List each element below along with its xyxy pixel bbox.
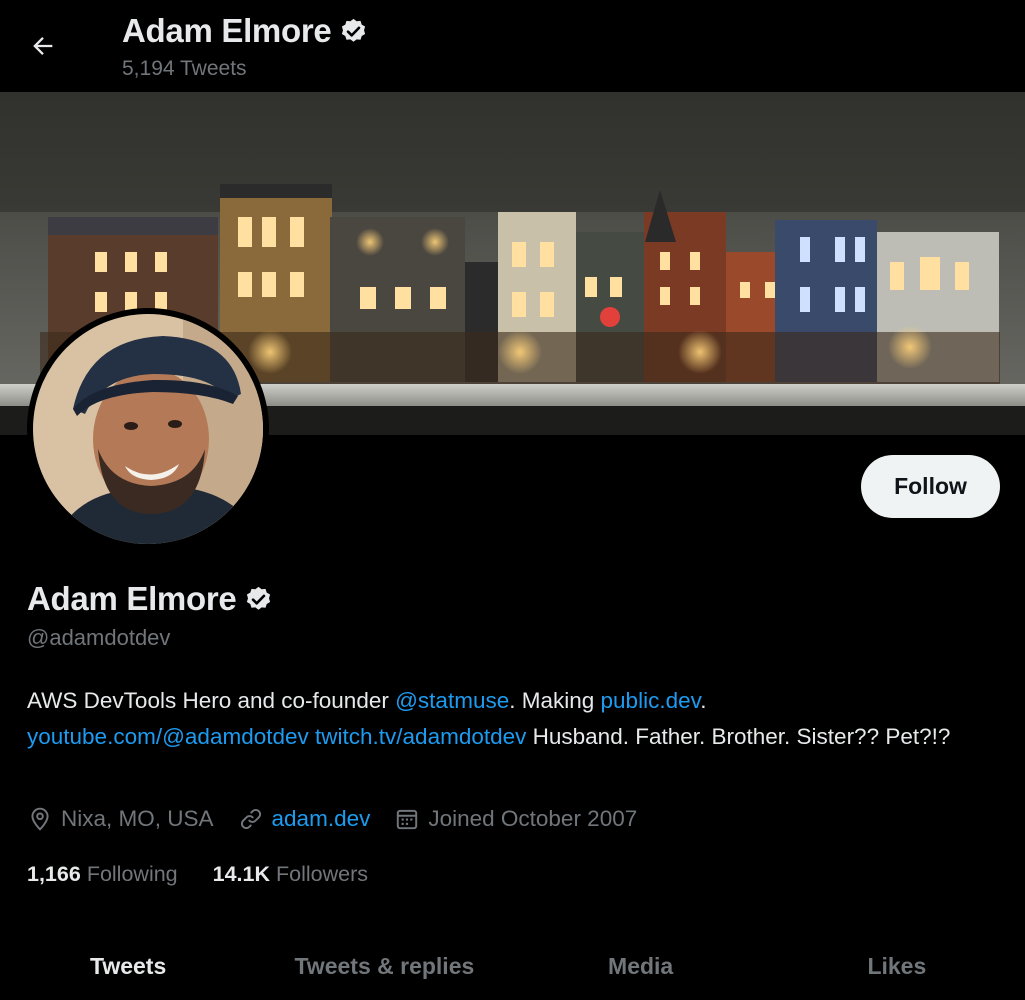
back-button[interactable] [22, 25, 64, 67]
following-label: Following [86, 862, 178, 886]
follow-stats: 1,166 Following 14.1K Followers [27, 862, 403, 887]
profile-meta: Nixa, MO, USA adam.dev Joined October 20… [27, 806, 661, 832]
avatar-photo [33, 314, 263, 544]
top-header: Adam Elmore 5,194 Tweets [0, 0, 1025, 92]
profile-bio: AWS DevTools Hero and co-founder @statmu… [27, 683, 987, 755]
verified-badge-icon[interactable] [244, 585, 273, 614]
followers-label: Followers [276, 862, 369, 886]
verified-badge-icon[interactable] [339, 17, 368, 46]
bio-text: Husband. Father. Brother. Sister?? Pet?!… [526, 724, 951, 749]
profile-handle: @adamdotdev [27, 625, 171, 650]
joined-item: Joined October 2007 [394, 806, 637, 832]
following-count: 1,166 [27, 862, 81, 886]
profile-tabs: Tweets Tweets & replies Media Likes [0, 940, 1025, 1000]
profile-name: Adam Elmore [27, 580, 237, 617]
bio-text: . [700, 688, 707, 713]
bio-text: . Making [509, 688, 601, 713]
bio-mention-statmuse[interactable]: @statmuse [395, 688, 509, 713]
tab-tweets[interactable]: Tweets [0, 940, 256, 1000]
header-tweet-count: 5,194 Tweets [122, 57, 247, 80]
website-item: adam.dev [238, 806, 371, 832]
joined-text: Joined October 2007 [428, 806, 638, 831]
followers-count: 14.1K [212, 862, 271, 886]
bio-text: AWS DevTools Hero and co-founder [27, 688, 396, 713]
bio-link-twitch[interactable]: twitch.tv/adamdotdev [315, 724, 526, 749]
tab-media[interactable]: Media [513, 940, 769, 1000]
following-link[interactable]: 1,166 Following [27, 862, 178, 887]
location-text: Nixa, MO, USA [61, 806, 214, 831]
website-link[interactable]: adam.dev [272, 806, 371, 832]
header-name: Adam Elmore [122, 12, 332, 49]
tab-tweets-replies[interactable]: Tweets & replies [256, 940, 512, 1000]
bio-link-youtube[interactable]: youtube.com/@adamdotdev [27, 724, 309, 749]
bio-link-public-dev[interactable]: public.dev [601, 688, 701, 713]
follow-button[interactable]: Follow [861, 455, 1000, 518]
profile-name-row: Adam Elmore [27, 580, 273, 618]
profile-page: Adam Elmore 5,194 Tweets Follow Adam Elm… [0, 0, 1025, 1000]
location-item: Nixa, MO, USA [27, 806, 214, 832]
location-pin-icon [31, 807, 49, 831]
link-icon [240, 808, 261, 830]
calendar-icon [397, 809, 418, 830]
tab-likes[interactable]: Likes [769, 940, 1025, 1000]
header-name-row: Adam Elmore [122, 12, 368, 50]
profile-avatar[interactable] [27, 308, 269, 550]
arrow-left-icon [33, 37, 53, 55]
followers-link[interactable]: 14.1K Followers [213, 862, 368, 887]
